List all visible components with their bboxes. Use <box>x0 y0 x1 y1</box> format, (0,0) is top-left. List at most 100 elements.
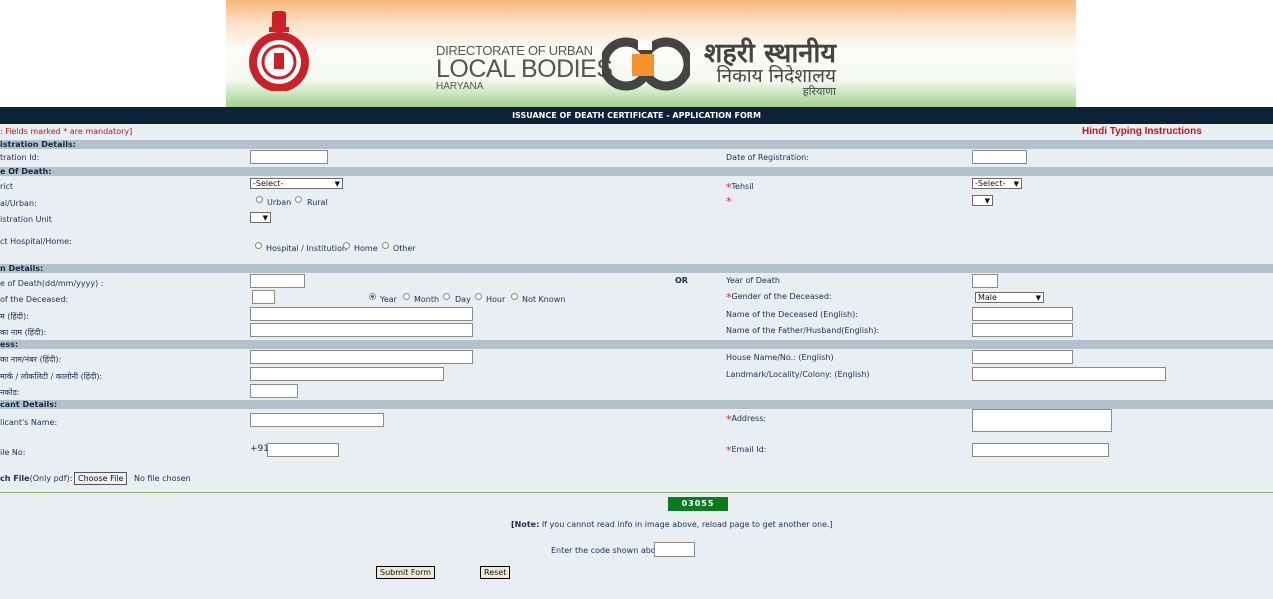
month-radio-label: Month <box>414 295 440 304</box>
captcha-image: 03055 <box>668 497 728 511</box>
email-label-text: Email Id: <box>731 445 767 454</box>
chevron-down-icon: ▼ <box>262 214 268 222</box>
haryana-emblem-icon <box>249 11 309 91</box>
age-input[interactable] <box>252 290 275 304</box>
deceased-name-hindi-input[interactable] <box>250 307 473 321</box>
gender-select[interactable]: Male ▼ <box>975 292 1044 303</box>
gender-label-text: Gender of the Deceased: <box>731 292 832 301</box>
applicant-name-label: licant's Name: <box>0 418 58 427</box>
dulb-hindi-name: शहरी स्थानीय निकाय निदेशालय हरियाणा <box>704 40 836 97</box>
house-hindi-input[interactable] <box>250 350 473 364</box>
year-of-death-label: Year of Death <box>726 276 780 285</box>
registration-date-label: Date of Registration: <box>726 153 809 162</box>
urban-radio-label: Urban <box>267 198 292 207</box>
tehsil-label-text: Tehsil <box>731 182 754 191</box>
attach-file-label: ch File(Only pdf): <box>0 474 72 483</box>
mobile-label: ile No: <box>0 448 26 457</box>
rural-radio-label: Rural <box>307 198 328 207</box>
landmark-english-label: Landmark/Locality/Colony: (English) <box>726 370 870 379</box>
not-known-radio[interactable] <box>511 293 518 300</box>
rural-radio[interactable] <box>295 196 302 203</box>
dulb-line3: HARYANA <box>436 81 484 92</box>
gender-label: *Gender of the Deceased: <box>726 291 832 304</box>
applicant-name-input[interactable] <box>250 413 384 427</box>
section-address: ess: <box>0 340 1273 349</box>
day-radio[interactable] <box>443 293 450 300</box>
dulb-line2: LOCAL BODIES <box>436 55 613 83</box>
house-hindi-label: का नाम/नंबर (हिंदी): <box>0 355 62 364</box>
landmark-hindi-input[interactable] <box>250 367 444 381</box>
deceased-name-english-input[interactable] <box>972 307 1073 321</box>
applicant-address-textarea[interactable] <box>972 409 1112 432</box>
not-known-radio-label: Not Known <box>522 295 566 304</box>
or-separator: OR <box>675 276 688 285</box>
father-name-english-label: Name of the Father/Husband(English): <box>726 326 880 335</box>
local-body-select[interactable]: ▼ <box>972 195 993 206</box>
year-of-death-input[interactable] <box>972 274 998 288</box>
hour-radio-label: Hour <box>486 295 506 304</box>
tehsil-select[interactable]: -Select- ▼ <box>972 178 1022 189</box>
captcha-input[interactable] <box>654 542 695 557</box>
home-radio-label: Home <box>354 244 378 253</box>
captcha-note: [Note: If you cannot read info in image … <box>511 520 833 529</box>
choose-file-button[interactable]: Choose File <box>74 472 128 485</box>
email-input[interactable] <box>972 443 1109 457</box>
mandatory-note: : Fields marked * are mandatory] <box>0 127 133 136</box>
year-radio-label: Year <box>380 295 397 304</box>
attach-file-hint: (Only pdf): <box>29 474 73 483</box>
registration-unit-select[interactable]: ▼ <box>250 212 271 223</box>
hindi-typing-instructions-link[interactable]: Hindi Typing Instructions <box>1082 126 1202 137</box>
captcha-input-label: Enter the code shown above: <box>551 546 669 555</box>
district-select[interactable]: -Select- ▼ <box>250 178 343 189</box>
applicant-address-label-text: Address: <box>731 414 767 423</box>
house-english-input[interactable] <box>972 350 1073 364</box>
gender-select-value: Male <box>978 293 997 302</box>
mobile-input[interactable] <box>267 443 339 457</box>
landmark-hindi-label: मार्क / लोकलिटी / कालोनी (हिंदी): <box>0 372 103 381</box>
section-registration: istration Details: <box>0 140 1273 149</box>
urban-radio[interactable] <box>256 196 263 203</box>
day-radio-label: Day <box>455 295 471 304</box>
hospital-radio[interactable] <box>255 242 262 249</box>
chevron-down-icon: ▼ <box>334 180 340 188</box>
header-banner: DIRECTORATE OF URBAN LOCAL BODIES HARYAN… <box>226 0 1076 107</box>
section-place-of-death: e Of Death: <box>0 167 1273 176</box>
section-death-details: n Details: <box>0 264 1273 273</box>
hour-radio[interactable] <box>475 293 482 300</box>
year-radio[interactable] <box>369 293 376 300</box>
landmark-english-input[interactable] <box>972 367 1166 381</box>
form-title: ISSUANCE OF DEATH CERTIFICATE - APPLICAT… <box>0 107 1273 124</box>
hospital-home-label: ct Hospital/Home: <box>0 237 72 246</box>
district-select-value: -Select- <box>253 179 284 188</box>
registration-id-input[interactable] <box>250 150 328 164</box>
dulb-hindi-line1: शहरी स्थानीय <box>704 38 836 69</box>
registration-unit-label: istration Unit <box>0 215 52 224</box>
dulb-logo-icon <box>602 37 690 91</box>
divider <box>0 492 1273 493</box>
applicant-address-label: *Address: <box>726 413 767 426</box>
chevron-down-icon: ▼ <box>984 197 990 205</box>
father-name-english-input[interactable] <box>972 323 1073 337</box>
pincode-input[interactable] <box>250 384 298 398</box>
section-applicant-details: cant Details: <box>0 400 1273 409</box>
tehsil-label: *Tehsil <box>726 181 754 194</box>
age-label: of the Deceased: <box>0 295 69 304</box>
dulb-english-name: DIRECTORATE OF URBAN LOCAL BODIES HARYAN… <box>436 44 613 92</box>
date-of-death-input[interactable] <box>250 274 305 288</box>
father-name-hindi-input[interactable] <box>250 323 473 337</box>
home-radio[interactable] <box>343 242 350 249</box>
submit-form-button[interactable]: Submit Form <box>376 566 436 579</box>
reset-button[interactable]: Reset <box>480 566 511 579</box>
tehsil-select-value: -Select- <box>975 179 1006 188</box>
chevron-down-icon: ▼ <box>1013 180 1019 188</box>
pincode-label: नकोड: <box>0 388 20 397</box>
captcha-note-text: If you cannot read info in image above, … <box>539 520 833 529</box>
other-radio[interactable] <box>382 242 389 249</box>
registration-id-label: tration Id: <box>0 153 40 162</box>
captcha-note-bold: [Note: <box>511 520 540 529</box>
district-label: rict <box>0 182 14 191</box>
month-radio[interactable] <box>403 293 410 300</box>
house-english-label: House Name/No.: (English) <box>726 353 834 362</box>
date-of-death-label: e of Death(dd/mm/yyyy) : <box>0 279 104 288</box>
registration-date-input[interactable] <box>972 150 1027 164</box>
